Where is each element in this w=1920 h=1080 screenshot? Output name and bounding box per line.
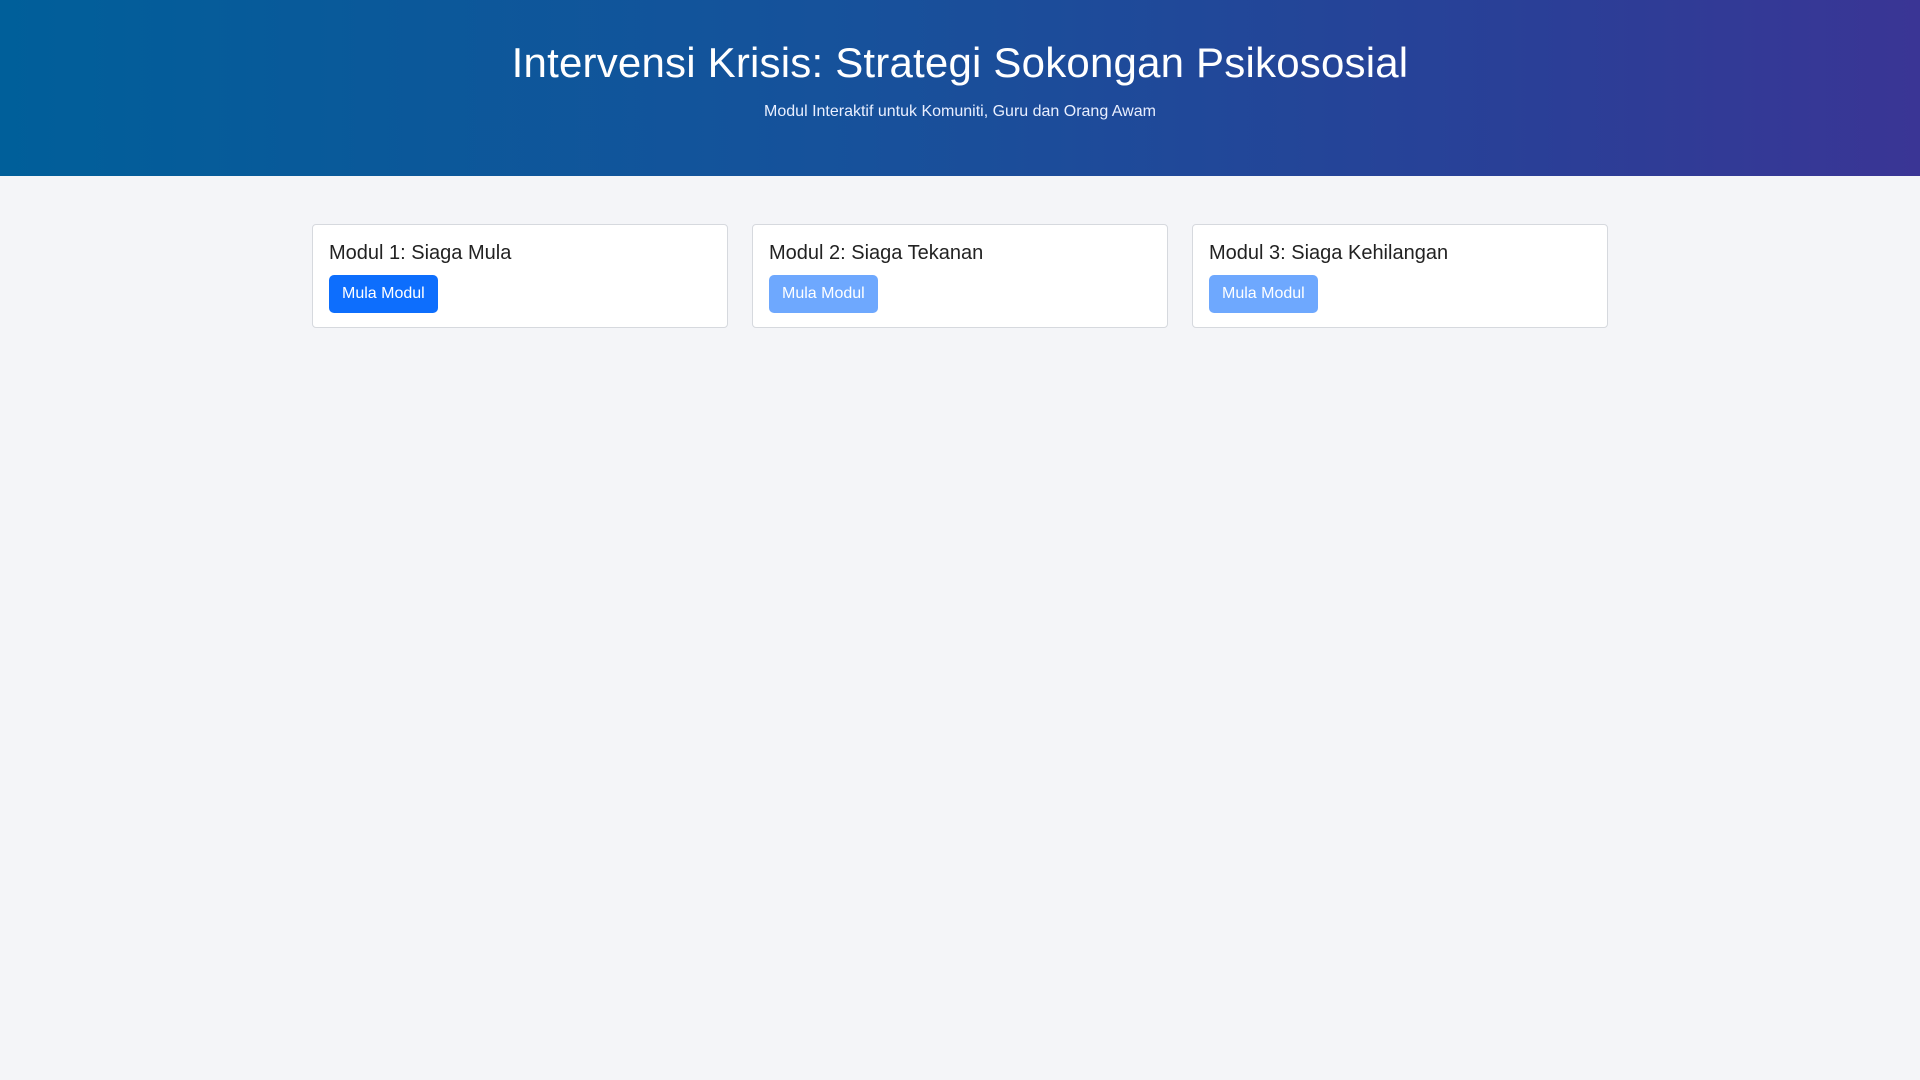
start-module-3-button[interactable]: Mula Modul: [1209, 275, 1318, 313]
module-card-2: Modul 2: Siaga Tekanan Mula Modul: [752, 224, 1168, 328]
start-module-2-button[interactable]: Mula Modul: [769, 275, 878, 313]
page-subtitle: Modul Interaktif untuk Komuniti, Guru da…: [764, 103, 1156, 120]
module-title: Modul 2: Siaga Tekanan: [769, 242, 984, 264]
module-list: Modul 1: Siaga Mula Mula Modul Modul 2: …: [0, 224, 1920, 328]
module-card-1: Modul 1: Siaga Mula Mula Modul: [312, 224, 728, 328]
module-title: Modul 3: Siaga Kehilangan: [1209, 242, 1449, 264]
module-title: Modul 1: Siaga Mula: [329, 242, 512, 264]
module-card-3: Modul 3: Siaga Kehilangan Mula Modul: [1192, 224, 1608, 328]
page-header: Intervensi Krisis: Strategi Sokongan Psi…: [0, 0, 1920, 176]
start-module-1-button[interactable]: Mula Modul: [329, 275, 438, 313]
page-title: Intervensi Krisis: Strategi Sokongan Psi…: [511, 39, 1409, 86]
